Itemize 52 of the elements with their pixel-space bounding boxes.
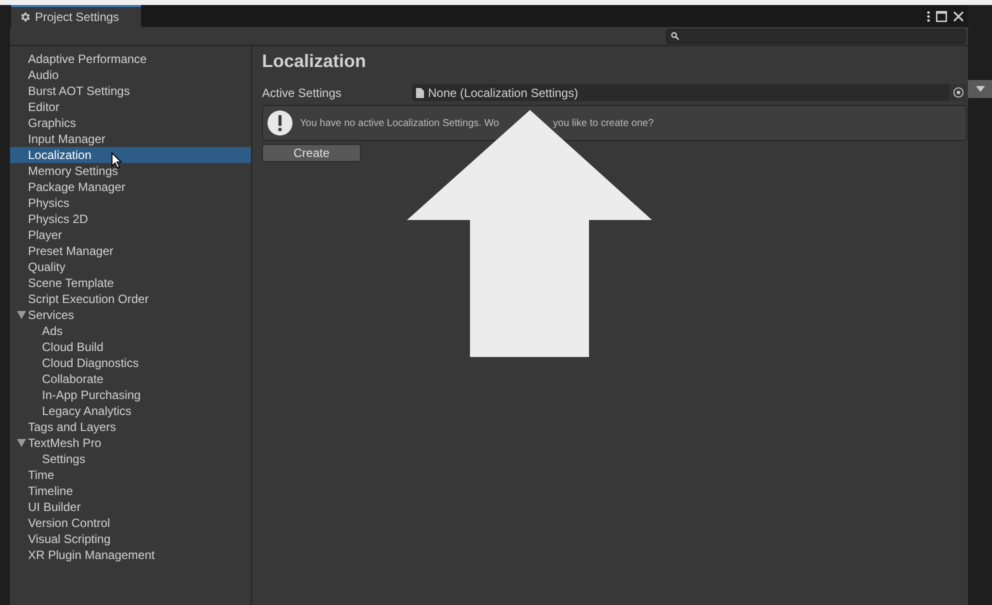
sidebar-item[interactable]: Quality xyxy=(10,259,251,275)
window-tab[interactable]: Project Settings xyxy=(11,5,141,27)
sidebar-item[interactable]: In-App Purchasing xyxy=(10,387,251,403)
sidebar-item[interactable]: Version Control xyxy=(10,515,251,531)
search-field[interactable] xyxy=(666,28,966,44)
dropdown-arrow-icon[interactable] xyxy=(976,86,984,92)
sidebar-item[interactable]: Services xyxy=(10,307,251,323)
document-icon xyxy=(416,88,424,98)
panel-title: Localization xyxy=(262,50,368,73)
target-icon[interactable] xyxy=(952,87,964,98)
sidebar-item[interactable]: UI Builder xyxy=(10,499,251,515)
sidebar-item[interactable]: Settings xyxy=(10,451,251,467)
sidebar-item[interactable]: Timeline xyxy=(10,483,251,499)
sidebar-item[interactable]: Player xyxy=(10,227,251,243)
sidebar-item[interactable]: Burst AOT Settings xyxy=(10,83,251,99)
search-icon xyxy=(671,32,679,40)
sidebar-item[interactable]: Adaptive Performance xyxy=(10,51,251,67)
sidebar-item[interactable]: Cloud Build xyxy=(10,339,251,355)
create-button[interactable]: Create xyxy=(262,144,361,162)
maximize-icon[interactable] xyxy=(936,10,947,22)
expanded-arrow-icon[interactable] xyxy=(16,311,26,319)
sidebar-item[interactable]: Memory Settings xyxy=(10,163,251,179)
more-options-icon[interactable] xyxy=(927,10,930,22)
sidebar-item[interactable]: Package Manager xyxy=(10,179,251,195)
window-title: Project Settings xyxy=(35,9,120,26)
expanded-arrow-icon[interactable] xyxy=(16,439,26,447)
sidebar-item[interactable]: Ads xyxy=(10,323,251,339)
sidebar-item[interactable]: Collaborate xyxy=(10,371,251,387)
sidebar-item[interactable]: Localization xyxy=(10,147,251,163)
warning-icon xyxy=(267,110,293,136)
sidebar-item[interactable]: Cloud Diagnostics xyxy=(10,355,251,371)
sidebar-item[interactable]: Tags and Layers xyxy=(10,419,251,435)
sidebar-item[interactable]: Physics xyxy=(10,195,251,211)
sidebar-item[interactable]: TextMesh Pro xyxy=(10,435,251,451)
field-label: Active Settings xyxy=(262,84,342,102)
sidebar-item[interactable]: Legacy Analytics xyxy=(10,403,251,419)
sidebar-item[interactable]: Editor xyxy=(10,99,251,115)
sidebar-item[interactable]: Script Execution Order xyxy=(10,291,251,307)
help-text: You have no active Localization Settings. Wo xyxy=(300,116,500,130)
sidebar-item[interactable]: XR Plugin Management xyxy=(10,547,251,563)
sidebar-item[interactable]: Physics 2D xyxy=(10,211,251,227)
sidebar-item[interactable]: Input Manager xyxy=(10,131,251,147)
sidebar-item[interactable]: Preset Manager xyxy=(10,243,251,259)
help-text: you like to create one? xyxy=(553,116,654,130)
sidebar-item[interactable]: Audio xyxy=(10,67,251,83)
sidebar-item[interactable]: Time xyxy=(10,467,251,483)
object-field[interactable]: None (Localization Settings) xyxy=(412,84,967,101)
sidebar-item[interactable]: Visual Scripting xyxy=(10,531,251,547)
sidebar-item[interactable]: Scene Template xyxy=(10,275,251,291)
gear-icon xyxy=(19,11,31,23)
close-icon[interactable] xyxy=(953,10,964,22)
sidebar-item[interactable]: Graphics xyxy=(10,115,251,131)
